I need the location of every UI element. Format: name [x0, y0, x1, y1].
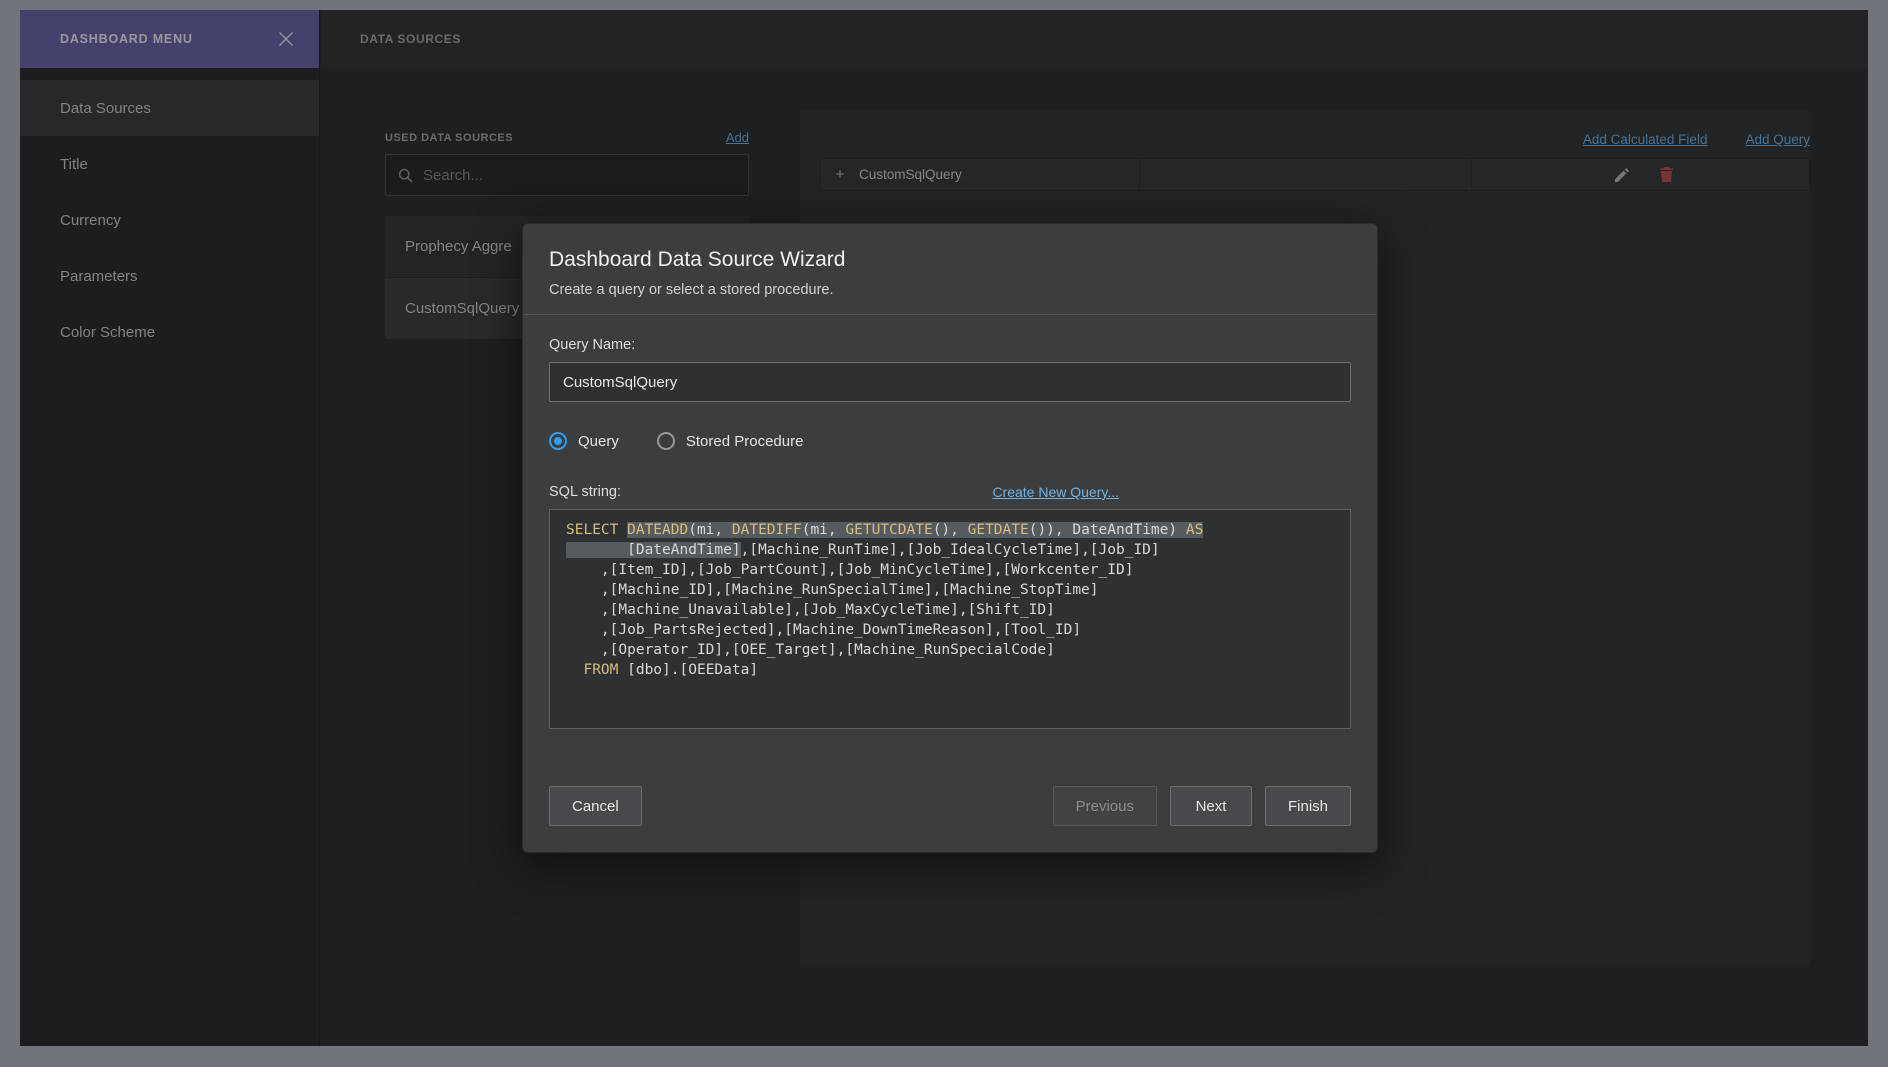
query-name-input[interactable]: [549, 362, 1351, 402]
cancel-button[interactable]: Cancel: [549, 786, 642, 826]
next-button[interactable]: Next: [1170, 786, 1252, 826]
query-type-radios: Query Stored Procedure: [549, 432, 1351, 450]
screenshot-root: DASHBOARD MENU Data Sources Title Curren…: [0, 0, 1888, 1067]
sql-string-header: SQL string: Create New Query...: [549, 484, 1351, 500]
footer-spacer: [655, 786, 1040, 826]
radio-selected-icon: [549, 432, 567, 450]
dialog-subtitle: Create a query or select a stored proced…: [549, 282, 1351, 298]
dialog-footer: Cancel Previous Next Finish: [549, 786, 1351, 826]
dialog-title: Dashboard Data Source Wizard: [549, 248, 1351, 272]
sql-string-label: SQL string:: [549, 484, 621, 500]
create-new-query-link[interactable]: Create New Query...: [992, 484, 1119, 500]
finish-button[interactable]: Finish: [1265, 786, 1351, 826]
radio-query[interactable]: Query: [549, 432, 619, 450]
dialog-body: Query Name: Query Stored Procedure SQL s…: [523, 315, 1377, 852]
radio-unselected-icon: [657, 432, 675, 450]
data-source-wizard-dialog: Dashboard Data Source Wizard Create a qu…: [522, 223, 1378, 853]
query-name-label: Query Name:: [549, 337, 1351, 353]
radio-stored-procedure[interactable]: Stored Procedure: [657, 432, 804, 450]
radio-stored-procedure-label: Stored Procedure: [686, 433, 804, 450]
sql-editor[interactable]: SELECT DATEADD(mi, DATEDIFF(mi, GETUTCDA…: [549, 509, 1351, 729]
previous-button[interactable]: Previous: [1053, 786, 1157, 826]
radio-query-label: Query: [578, 433, 619, 450]
dialog-header: Dashboard Data Source Wizard Create a qu…: [523, 224, 1377, 315]
